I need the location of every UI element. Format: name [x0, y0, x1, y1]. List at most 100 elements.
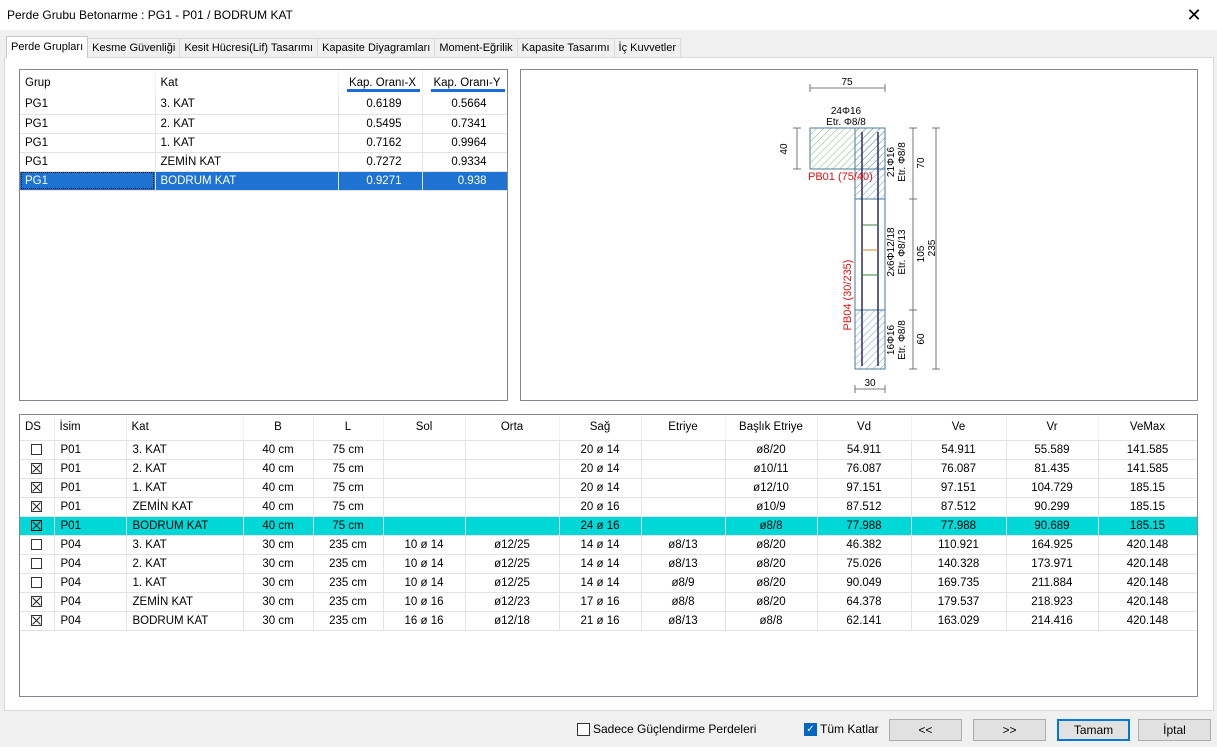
cell-orta: ø12/25 [465, 554, 560, 574]
cell-b: 40 cm [243, 440, 314, 460]
col-header-isim[interactable]: İsim [54, 415, 127, 441]
col-header-ve[interactable]: Ve [911, 415, 1007, 441]
top-stirrup-label: Etr. Φ8/8 [826, 117, 866, 128]
only-strengthen-option[interactable]: Sadece Güçlendirme Perdeleri [577, 722, 756, 736]
close-button[interactable]: ✕ [1171, 0, 1217, 30]
col-header-baslik-etriye[interactable]: Başlık Etriye [725, 415, 818, 441]
cell-kap-x: 0.7272 [338, 152, 423, 172]
col-header-b[interactable]: B [243, 415, 314, 441]
cell-l: 235 cm [313, 573, 384, 593]
ds-checkbox[interactable] [31, 519, 43, 531]
cell-vemax: 420.148 [1098, 592, 1197, 612]
group-row[interactable]: PG1 1. KAT 0.7162 0.9964 [20, 133, 507, 153]
cell-ve: 76.087 [911, 459, 1007, 479]
top-rebar-label: 24Φ16 [831, 106, 862, 117]
right-rebar-1a: 21Φ16 [886, 146, 897, 177]
ds-checkbox[interactable] [31, 557, 43, 569]
ds-checkbox[interactable] [31, 538, 43, 550]
col-header-l[interactable]: L [313, 415, 384, 441]
col-header-kat[interactable]: Kat [155, 70, 339, 95]
next-button[interactable]: >> [973, 719, 1046, 741]
cell-vr: 164.925 [1006, 535, 1099, 555]
col-header-sag[interactable]: Sağ [559, 415, 642, 441]
pier-row[interactable]: P01 2. KAT 40 cm 75 cm 20 ø 14 ø10/11 76.087 76… [20, 459, 1197, 479]
group-row[interactable]: PG1 2. KAT 0.5495 0.7341 [20, 114, 507, 134]
tab-kesme-guvenligi[interactable]: Kesme Güvenliği [87, 38, 181, 58]
pier-row-selected[interactable]: P01 BODRUM KAT 40 cm 75 cm 24 ø 16 ø8/8 77.988… [20, 516, 1197, 536]
all-floors-option[interactable]: ✓ Tüm Katlar [804, 722, 879, 736]
ds-checkbox[interactable] [31, 614, 43, 626]
tab-moment-egrilik[interactable]: Moment-Eğrilik [434, 38, 518, 58]
group-row-selected[interactable]: PG1 BODRUM KAT 0.9271 0.938 [20, 171, 507, 191]
col-header-kap-orani-y[interactable]: Kap. Oranı-Y [422, 70, 507, 95]
tab-kapasite-tasarimi[interactable]: Kapasite Tasarımı [516, 38, 615, 58]
col-header-kat[interactable]: Kat [126, 415, 244, 441]
cell-kat: BODRUM KAT [126, 516, 244, 536]
only-strengthen-checkbox[interactable] [577, 722, 590, 736]
cell-etriye: ø8/8 [641, 592, 726, 612]
col-header-sol[interactable]: Sol [383, 415, 466, 441]
cell-ds [20, 592, 55, 612]
cell-isim: P04 [54, 573, 127, 593]
cell-baslik-etriye: ø12/10 [725, 478, 818, 498]
pier-row[interactable]: P01 3. KAT 40 cm 75 cm 20 ø 14 ø8/20 54.911 54.… [20, 440, 1197, 460]
ds-checkbox[interactable] [31, 462, 43, 474]
ds-checkbox[interactable] [31, 443, 43, 455]
cell-sag: 20 ø 14 [559, 440, 642, 460]
cell-b: 40 cm [243, 516, 314, 536]
col-header-etriye[interactable]: Etriye [641, 415, 726, 441]
col-header-vd[interactable]: Vd [817, 415, 912, 441]
tab-perde-gruplari[interactable]: Perde Grupları [6, 36, 89, 58]
col-header-kap-orani-x[interactable]: Kap. Oranı-X [338, 70, 423, 95]
cell-vd: 64.378 [817, 592, 912, 612]
cell-sag: 24 ø 16 [559, 516, 642, 536]
title-bar: Perde Grubu Betonarme : PG1 - P01 / BODR… [0, 0, 1217, 30]
all-floors-checkbox[interactable]: ✓ [804, 722, 817, 736]
dimension-40: 40 [779, 127, 801, 170]
col-header-orta[interactable]: Orta [465, 415, 560, 441]
pb01-label: PB01 (75/40) [808, 171, 873, 183]
cell-baslik-etriye: ø10/11 [725, 459, 818, 479]
col-header-grup[interactable]: Grup [20, 70, 156, 95]
cell-ve: 163.029 [911, 611, 1007, 631]
cell-baslik-etriye: ø8/20 [725, 592, 818, 612]
group-row[interactable]: PG1 3. KAT 0.6189 0.5664 [20, 95, 507, 115]
pier-row[interactable]: P04 BODRUM KAT 30 cm 235 cm 16 ø 16 ø12/18 21 … [20, 611, 1197, 631]
tab-kapasite-diyagramlari[interactable]: Kapasite Diyagramları [317, 38, 436, 58]
cell-etriye [641, 440, 726, 460]
cell-orta [465, 459, 560, 479]
col-header-vemax[interactable]: VeMax [1098, 415, 1197, 441]
ds-checkbox[interactable] [31, 481, 43, 493]
pier-row[interactable]: P04 ZEMİN KAT 30 cm 235 cm 10 ø 16 ø12/23 17 ø… [20, 592, 1197, 612]
cell-ve: 77.988 [911, 516, 1007, 536]
previous-button[interactable]: << [889, 719, 962, 741]
group-row[interactable]: PG1 ZEMİN KAT 0.7272 0.9334 [20, 152, 507, 172]
cell-vd: 76.087 [817, 459, 912, 479]
col-header-ds[interactable]: DS [20, 415, 55, 441]
pier-row[interactable]: P04 3. KAT 30 cm 235 cm 10 ø 14 ø12/25 14 ø 14… [20, 535, 1197, 555]
cell-sol: 16 ø 16 [383, 611, 466, 631]
tab-ic-kuvvetler[interactable]: İç Kuvvetler [613, 38, 681, 58]
cell-l: 235 cm [313, 554, 384, 574]
pier-row[interactable]: P04 1. KAT 30 cm 235 cm 10 ø 14 ø12/25 14 ø 14… [20, 573, 1197, 593]
dimension-top: 75 [809, 77, 886, 92]
pier-row[interactable]: P04 2. KAT 30 cm 235 cm 10 ø 14 ø12/25 14 ø 14… [20, 554, 1197, 574]
ds-checkbox[interactable] [31, 595, 43, 607]
pier-row[interactable]: P01 ZEMİN KAT 40 cm 75 cm 20 ø 16 ø10/9 87.512… [20, 497, 1197, 517]
cell-ds [20, 554, 55, 574]
cancel-button[interactable]: İptal [1138, 719, 1211, 741]
cell-vd: 62.141 [817, 611, 912, 631]
cell-baslik-etriye: ø8/8 [725, 516, 818, 536]
ds-checkbox[interactable] [31, 576, 43, 588]
cell-isim: P01 [54, 459, 127, 479]
cell-sol: 10 ø 14 [383, 573, 466, 593]
cell-grup: PG1 [20, 171, 156, 191]
cell-grup: PG1 [20, 152, 156, 172]
tab-kesit-hucresi[interactable]: Kesit Hücresi(Lif) Tasarımı [179, 38, 319, 58]
ds-checkbox[interactable] [31, 500, 43, 512]
ok-button[interactable]: Tamam [1057, 719, 1130, 741]
cell-orta [465, 440, 560, 460]
col-header-vr[interactable]: Vr [1006, 415, 1099, 441]
cell-l: 75 cm [313, 440, 384, 460]
pier-row[interactable]: P01 1. KAT 40 cm 75 cm 20 ø 14 ø12/10 97.151 97… [20, 478, 1197, 498]
